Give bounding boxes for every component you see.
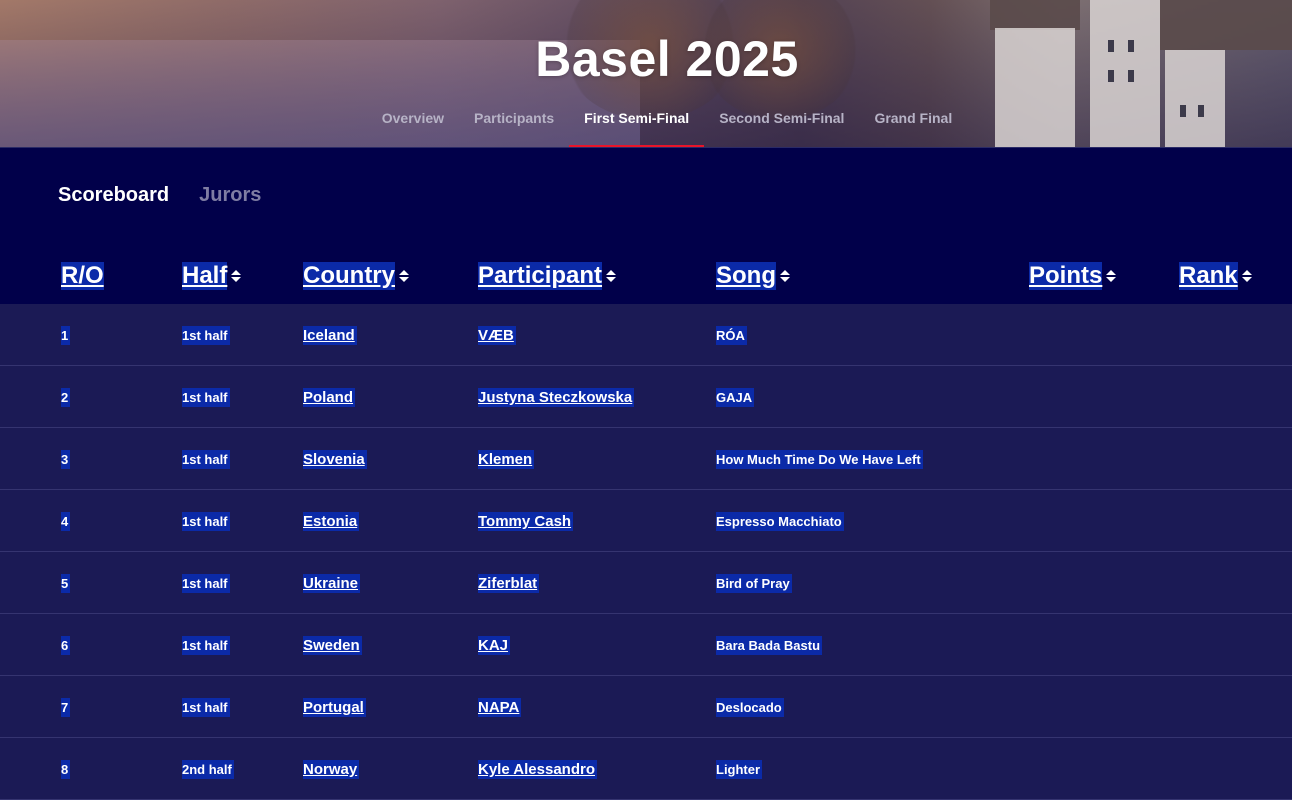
table-row: 4 1st half Estonia Tommy Cash Espresso M… xyxy=(0,490,1292,552)
subtabs: Scoreboard Jurors xyxy=(58,184,261,207)
cell-song: Lighter xyxy=(716,760,763,779)
column-header-half[interactable]: Half xyxy=(182,262,242,290)
participant-link[interactable]: VÆB xyxy=(478,326,516,345)
table-row: 6 1st half Sweden KAJ Bara Bada Bastu xyxy=(0,614,1292,676)
column-header-label: Country xyxy=(303,262,395,290)
column-header-ro: R/O xyxy=(61,262,104,290)
column-header-label: Half xyxy=(182,262,228,290)
cell-song: GAJA xyxy=(716,388,755,407)
table-row: 8 2nd half Norway Kyle Alessandro Lighte… xyxy=(0,738,1292,800)
country-link[interactable]: Sweden xyxy=(303,636,362,655)
participant-link[interactable]: KAJ xyxy=(478,636,511,655)
participant-link[interactable]: Tommy Cash xyxy=(478,512,574,531)
participant-link[interactable]: Kyle Alessandro xyxy=(478,760,597,779)
cell-half: 1st half xyxy=(182,512,230,531)
column-header-label: Participant xyxy=(478,262,603,290)
cell-running-order: 6 xyxy=(61,636,71,655)
cell-half: 1st half xyxy=(182,698,230,717)
nav-tab-participants[interactable]: Participants xyxy=(459,110,569,147)
column-header-participant[interactable]: Participant xyxy=(478,262,617,290)
sort-icon[interactable] xyxy=(1241,270,1252,282)
sort-icon[interactable] xyxy=(399,270,409,282)
country-link[interactable]: Portugal xyxy=(303,698,366,717)
country-link[interactable]: Ukraine xyxy=(303,574,361,593)
cell-song: Deslocado xyxy=(716,698,784,717)
cell-song: How Much Time Do We Have Left xyxy=(716,450,923,469)
nav-tab-overview[interactable]: Overview xyxy=(367,110,459,147)
cell-running-order: 2 xyxy=(61,388,71,407)
table-row: 5 1st half Ukraine Ziferblat Bird of Pra… xyxy=(0,552,1292,614)
cell-song: Bird of Pray xyxy=(716,574,792,593)
column-header-label: Points xyxy=(1029,262,1103,290)
column-header-points[interactable]: Points xyxy=(1029,262,1117,290)
cell-running-order: 8 xyxy=(61,760,71,779)
cell-song: Bara Bada Bastu xyxy=(716,636,823,655)
sort-icon[interactable] xyxy=(1106,270,1117,282)
cell-running-order: 3 xyxy=(61,450,71,469)
sort-icon[interactable] xyxy=(231,270,242,282)
cell-song: Espresso Macchiato xyxy=(716,512,844,531)
cell-running-order: 4 xyxy=(61,512,71,531)
column-header-label: R/O xyxy=(61,262,104,290)
cell-half: 1st half xyxy=(182,388,230,407)
cell-half: 1st half xyxy=(182,574,230,593)
cell-half: 1st half xyxy=(182,636,230,655)
column-header-song[interactable]: Song xyxy=(716,262,790,290)
cell-half: 2nd half xyxy=(182,760,234,779)
hero-building-roof xyxy=(990,0,1080,30)
cell-running-order: 7 xyxy=(61,698,71,717)
cell-half: 1st half xyxy=(182,450,230,469)
country-link[interactable]: Estonia xyxy=(303,512,360,531)
table-row: 7 1st half Portugal NAPA Deslocado xyxy=(0,676,1292,738)
country-link[interactable]: Slovenia xyxy=(303,450,367,469)
cell-half: 1st half xyxy=(182,326,230,345)
subtab-scoreboard[interactable]: Scoreboard xyxy=(58,184,169,207)
nav-tab-grand-final[interactable]: Grand Final xyxy=(859,110,967,147)
country-link[interactable]: Norway xyxy=(303,760,360,779)
subtab-jurors[interactable]: Jurors xyxy=(199,184,261,207)
scoreboard-table-body: 1 1st half Iceland VÆB RÓA 2 1st half Po… xyxy=(0,304,1292,800)
hero-banner: Basel 2025 Overview Participants First S… xyxy=(0,0,1292,148)
scoreboard-table-header: R/O Half Country Participant Song Points… xyxy=(0,262,1292,304)
country-link[interactable]: Iceland xyxy=(303,326,357,345)
participant-link[interactable]: NAPA xyxy=(478,698,522,717)
sort-icon[interactable] xyxy=(780,270,790,282)
page-title: Basel 2025 xyxy=(535,31,799,87)
nav-tab-first-semi-final[interactable]: First Semi-Final xyxy=(569,110,705,147)
event-nav: Overview Participants First Semi-Final S… xyxy=(0,110,1292,147)
table-row: 3 1st half Slovenia Klemen How Much Time… xyxy=(0,428,1292,490)
column-header-label: Song xyxy=(716,262,776,290)
table-row: 1 1st half Iceland VÆB RÓA xyxy=(0,304,1292,366)
participant-link[interactable]: Justyna Steczkowska xyxy=(478,388,635,407)
participant-link[interactable]: Klemen xyxy=(478,450,535,469)
column-header-country[interactable]: Country xyxy=(303,262,409,290)
column-header-label: Rank xyxy=(1179,262,1238,290)
column-header-rank[interactable]: Rank xyxy=(1179,262,1252,290)
cell-running-order: 5 xyxy=(61,574,71,593)
sort-icon[interactable] xyxy=(606,270,617,282)
participant-link[interactable]: Ziferblat xyxy=(478,574,540,593)
nav-tab-second-semi-final[interactable]: Second Semi-Final xyxy=(704,110,859,147)
cell-song: RÓA xyxy=(716,326,747,345)
country-link[interactable]: Poland xyxy=(303,388,356,407)
table-row: 2 1st half Poland Justyna Steczkowska GA… xyxy=(0,366,1292,428)
cell-running-order: 1 xyxy=(61,326,71,345)
